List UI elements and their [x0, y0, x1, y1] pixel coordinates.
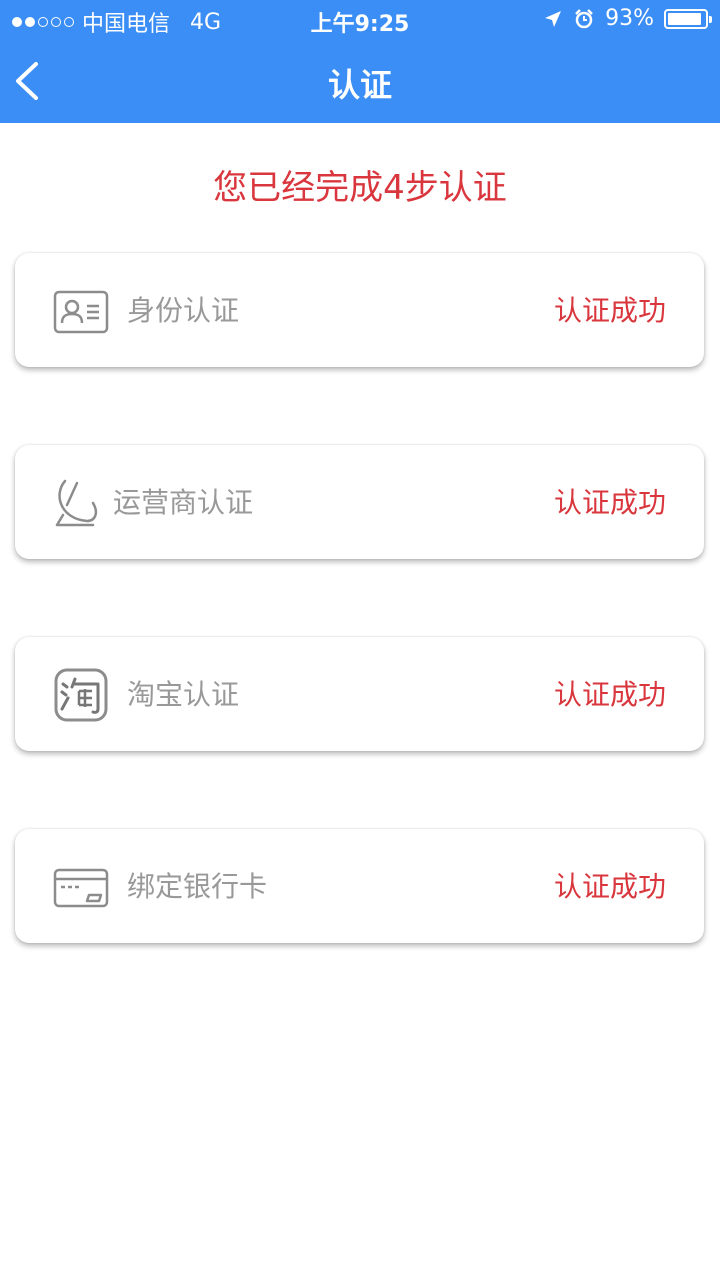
- nav-bar: 认证: [0, 40, 720, 123]
- verify-status: 认证成功: [553, 870, 666, 903]
- app-header: 中国电信 4G 上午9:25 93% 认证: [0, 0, 720, 123]
- verify-item-label: 运营商认证: [113, 486, 254, 519]
- battery-icon: [664, 8, 712, 29]
- battery-percent: 93%: [605, 6, 654, 31]
- alarm-clock-icon: [575, 8, 593, 28]
- verify-item-bank-card[interactable]: 绑定银行卡 认证成功: [15, 829, 704, 943]
- status-bar: 中国电信 4G 上午9:25 93%: [0, 0, 720, 40]
- location-arrow-icon: [545, 10, 562, 27]
- id-card-icon: [53, 290, 109, 334]
- verify-item-identity[interactable]: 身份认证 认证成功: [15, 253, 704, 367]
- satellite-dish-icon: [55, 479, 98, 527]
- verify-status: 认证成功: [553, 678, 666, 711]
- verify-status: 认证成功: [553, 486, 666, 519]
- page-title: 认证: [327, 66, 392, 104]
- taobao-icon: [54, 668, 108, 722]
- verify-item-label: 身份认证: [127, 294, 240, 327]
- verify-status: 认证成功: [553, 294, 666, 327]
- verify-item-carrier[interactable]: 运营商认证 认证成功: [15, 445, 704, 559]
- progress-summary: 您已经完成4步认证: [213, 168, 507, 208]
- verify-item-label: 淘宝认证: [127, 678, 240, 711]
- verify-item-label: 绑定银行卡: [127, 870, 268, 903]
- status-right: 93%: [543, 6, 712, 31]
- verify-item-taobao[interactable]: 淘宝认证 认证成功: [15, 637, 704, 751]
- bank-card-icon: [53, 868, 109, 908]
